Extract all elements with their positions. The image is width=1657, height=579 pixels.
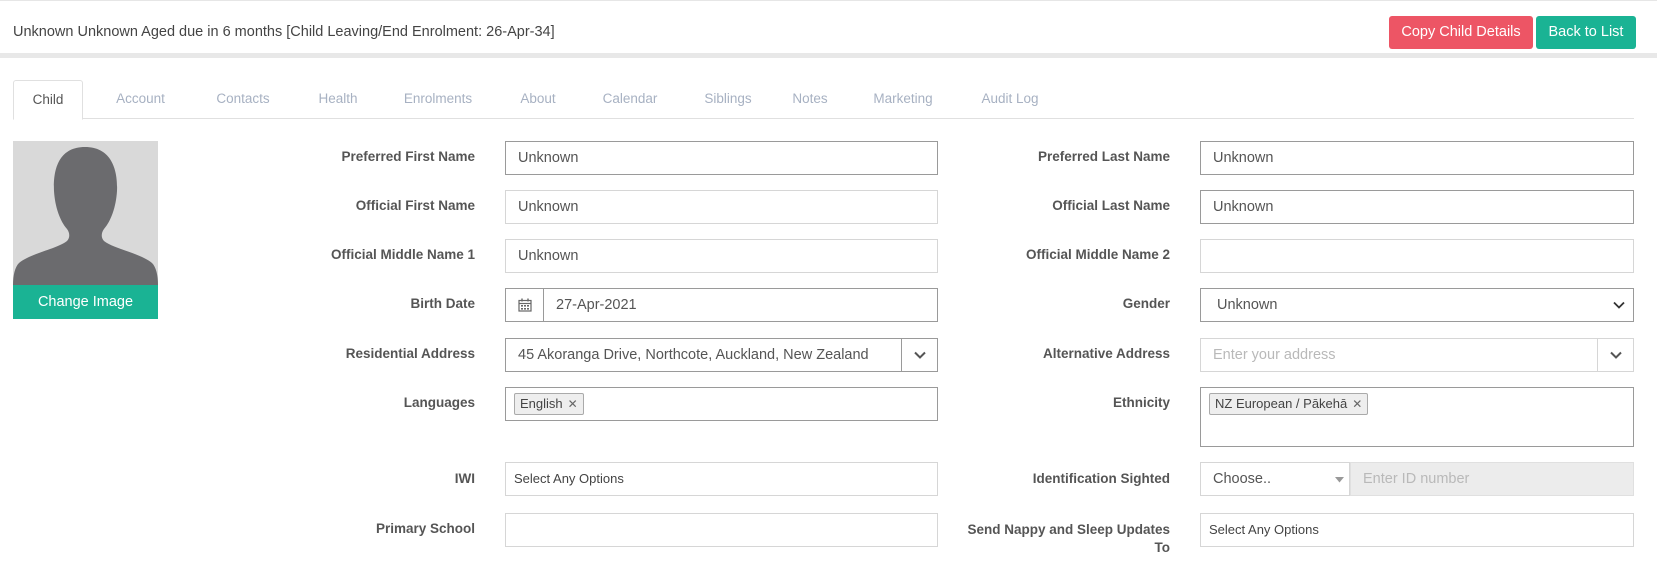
tab-contacts[interactable]: Contacts (193, 80, 293, 119)
close-icon[interactable]: ✕ (1352, 397, 1362, 411)
ethnicity-tag: NZ European / Pākehā ✕ (1209, 393, 1369, 415)
gender-select[interactable]: Unknown (1200, 288, 1634, 322)
send-nappy-sleep-label-line1: Send Nappy and Sleep Updates (967, 522, 1170, 537)
chevron-down-icon[interactable] (1597, 339, 1633, 371)
official-last-name-input[interactable]: Unknown (1200, 190, 1634, 224)
preferred-last-name-input[interactable]: Unknown (1200, 141, 1634, 175)
tab-account[interactable]: Account (93, 80, 188, 119)
ethnicity-label: Ethnicity (1112, 395, 1170, 410)
tab-enrolments[interactable]: Enrolments (385, 80, 491, 119)
residential-address-input[interactable]: 45 Akoranga Drive, Northcote, Auckland, … (505, 338, 938, 372)
chevron-down-icon (1613, 301, 1625, 309)
preferred-first-name-label: Preferred First Name (341, 149, 475, 164)
id-number-input[interactable]: Enter ID number (1350, 462, 1634, 496)
residential-address-label: Residential Address (345, 346, 475, 361)
preferred-first-name-input[interactable]: Unknown (505, 141, 938, 175)
alternative-address-input[interactable]: Enter your address (1200, 338, 1634, 372)
languages-label: Languages (403, 395, 475, 410)
gender-label: Gender (1122, 296, 1170, 311)
gender-value: Unknown (1217, 297, 1278, 313)
tab-calendar[interactable]: Calendar (580, 80, 680, 119)
person-silhouette-icon (13, 147, 158, 285)
calendar-icon[interactable] (505, 288, 544, 322)
tab-bar: Child Account Contacts Health Enrolments… (13, 80, 1634, 120)
tab-child[interactable]: Child (13, 80, 83, 120)
primary-school-label: Primary School (375, 521, 475, 536)
page-header: Unknown Unknown Aged due in 6 months [Ch… (0, 0, 1657, 58)
official-last-name-label: Official Last Name (1052, 198, 1170, 213)
send-nappy-sleep-select[interactable]: Select Any Options (1200, 513, 1634, 547)
birth-date-label: Birth Date (410, 296, 475, 311)
ethnicity-multiselect[interactable]: NZ European / Pākehā ✕ (1200, 387, 1634, 447)
official-first-name-label: Official First Name (355, 198, 475, 213)
official-first-name-input[interactable]: Unknown (505, 190, 938, 224)
preferred-last-name-label: Preferred Last Name (1037, 149, 1170, 164)
child-avatar (13, 141, 158, 285)
birth-date-input[interactable]: 27-Apr-2021 (543, 288, 938, 322)
change-image-button[interactable]: Change Image (13, 285, 158, 319)
alternative-address-placeholder: Enter your address (1213, 347, 1336, 363)
identification-type-value: Choose.. (1213, 471, 1272, 487)
identification-sighted-label: Identification Sighted (1032, 471, 1170, 486)
iwi-select[interactable]: Select Any Options (505, 462, 938, 496)
tab-notes[interactable]: Notes (775, 80, 845, 119)
ethnicity-tag-label: NZ European / Pākehā (1215, 396, 1348, 411)
official-middle-name-2-input[interactable] (1200, 239, 1634, 273)
identification-type-select[interactable]: Choose.. (1200, 462, 1350, 496)
caret-down-icon (1335, 477, 1344, 483)
official-middle-name-2-label: Official Middle Name 2 (1025, 247, 1170, 262)
language-tag-label: English (520, 396, 563, 411)
tab-audit-log[interactable]: Audit Log (960, 80, 1060, 119)
alternative-address-label: Alternative Address (1042, 346, 1170, 361)
official-middle-name-1-label: Official Middle Name 1 (330, 247, 475, 262)
tab-siblings[interactable]: Siblings (683, 80, 773, 119)
primary-school-input[interactable] (505, 513, 938, 547)
tab-marketing[interactable]: Marketing (853, 80, 953, 119)
send-nappy-sleep-label-line2: To (1154, 540, 1171, 555)
close-icon[interactable]: ✕ (568, 397, 578, 411)
iwi-label: IWI (454, 471, 475, 486)
languages-multiselect[interactable]: English ✕ (505, 387, 938, 421)
tab-about[interactable]: About (498, 80, 578, 119)
language-tag: English ✕ (514, 393, 584, 415)
residential-address-value: 45 Akoranga Drive, Northcote, Auckland, … (518, 347, 869, 363)
send-nappy-sleep-label: Send Nappy and Sleep Updates To (955, 521, 1170, 557)
id-number-placeholder: Enter ID number (1363, 471, 1470, 487)
back-to-list-button[interactable]: Back to List (1536, 16, 1636, 49)
official-middle-name-1-input[interactable]: Unknown (505, 239, 938, 273)
tab-health[interactable]: Health (298, 80, 378, 119)
copy-child-details-button[interactable]: Copy Child Details (1389, 16, 1533, 49)
page-title: Unknown Unknown Aged due in 6 months [Ch… (13, 24, 555, 40)
chevron-down-icon[interactable] (901, 339, 937, 371)
